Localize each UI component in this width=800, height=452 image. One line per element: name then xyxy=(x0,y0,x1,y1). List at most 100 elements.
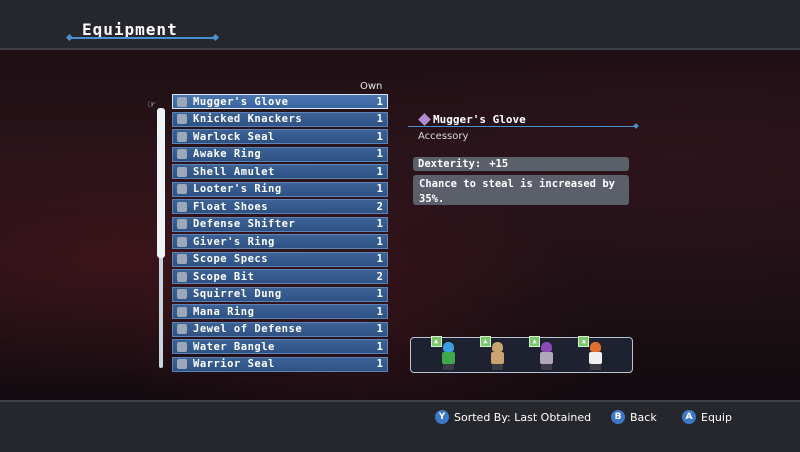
bit-icon xyxy=(177,271,187,282)
footer-bar xyxy=(0,400,800,452)
knackers-icon xyxy=(177,114,187,124)
list-item[interactable]: Shell Amulet 1 xyxy=(172,164,388,179)
character-legs xyxy=(442,364,454,370)
list-item[interactable]: Mugger's Glove 1 xyxy=(172,94,388,109)
b-button-icon: B xyxy=(611,410,625,424)
stat-up-icon: ▲ xyxy=(529,336,541,347)
scrollbar-thumb[interactable] xyxy=(157,108,165,258)
back-label: Back xyxy=(630,410,657,424)
list-item[interactable]: Giver's Ring 1 xyxy=(172,234,388,249)
item-count: 1 xyxy=(376,323,383,335)
character-head xyxy=(442,342,454,352)
character-legs xyxy=(541,364,553,370)
item-name: Knicked Knackers xyxy=(193,113,303,125)
ring-icon xyxy=(177,236,187,247)
stat-up-icon: ▲ xyxy=(479,336,491,347)
item-name: Giver's Ring xyxy=(193,235,275,248)
back-hint[interactable]: B Back xyxy=(611,410,657,424)
bangle-icon xyxy=(177,341,187,352)
list-item[interactable]: Mana Ring 1 xyxy=(172,304,388,319)
list-item[interactable]: Warrior Seal 1 xyxy=(172,356,388,372)
party-member[interactable]: ▲ xyxy=(578,336,606,372)
equipment-list: Mugger's Glove 1 Knicked Knackers 1 Warlock … xyxy=(172,94,388,374)
list-item[interactable]: Defense Shifter 1 xyxy=(172,216,388,232)
ring-icon xyxy=(177,149,187,159)
list-item[interactable]: Squirrel Dung 1 xyxy=(172,286,388,302)
equip-hint[interactable]: A Equip xyxy=(682,410,732,424)
item-name: Defense Shifter xyxy=(193,218,296,230)
amulet-icon xyxy=(177,166,187,177)
character-head xyxy=(590,342,602,352)
list-item[interactable]: Scope Specs 1 xyxy=(172,251,388,267)
jewel-icon xyxy=(177,324,187,334)
stat-box: Dexterity: +15 xyxy=(413,157,629,171)
item-name: Warrior Seal xyxy=(193,358,275,370)
detail-item-name: Mugger's Glove xyxy=(433,113,526,126)
list-item[interactable]: Scope Bit 2 xyxy=(172,269,388,284)
item-name: Awake Ring xyxy=(193,148,262,160)
list-item[interactable]: Water Bangle 1 xyxy=(172,339,388,354)
hand-cursor-icon: ☞ xyxy=(148,97,156,111)
list-item[interactable]: Awake Ring 1 xyxy=(172,146,388,162)
character-body xyxy=(441,352,455,364)
item-name: Squirrel Dung xyxy=(193,288,282,300)
specs-icon xyxy=(177,254,187,264)
party-member[interactable]: ▲ xyxy=(479,336,508,372)
item-description: Chance to steal is increased by 35%. xyxy=(413,175,629,205)
item-name: Shell Amulet xyxy=(193,165,275,178)
item-name: Scope Specs xyxy=(193,253,269,265)
item-name: Water Bangle xyxy=(193,340,275,353)
stat-up-icon: ▲ xyxy=(578,336,590,347)
character-legs xyxy=(491,364,503,370)
party-member[interactable]: ▲ xyxy=(529,336,557,372)
character-body xyxy=(540,352,554,364)
ring-icon xyxy=(177,306,187,317)
seal-icon xyxy=(177,131,187,142)
stat-label: Dexterity: xyxy=(418,158,482,170)
item-count: 1 xyxy=(376,95,383,108)
stat-value: +15 xyxy=(489,158,509,170)
item-count: 1 xyxy=(376,305,383,318)
list-item[interactable]: Warlock Seal 1 xyxy=(172,129,388,144)
seal-icon xyxy=(177,359,187,369)
item-count: 1 xyxy=(376,235,383,248)
list-item[interactable]: Float Shoes 2 xyxy=(172,199,388,214)
item-count: 1 xyxy=(376,148,383,160)
glove-icon xyxy=(177,96,187,107)
title-underline xyxy=(70,37,215,39)
glove-icon xyxy=(418,113,431,126)
ring-icon xyxy=(177,184,187,194)
item-name: Scope Bit xyxy=(193,270,255,283)
character-body xyxy=(589,352,603,364)
character-head xyxy=(541,342,553,352)
dung-icon xyxy=(177,289,187,299)
item-count: 1 xyxy=(376,253,383,265)
shoes-icon xyxy=(177,201,187,212)
background-dim xyxy=(0,50,800,400)
item-name: Looter's Ring xyxy=(193,183,282,195)
sort-label: Sorted By: Last Obtained xyxy=(454,410,592,424)
item-name: Warlock Seal xyxy=(193,130,275,143)
item-count: 2 xyxy=(376,270,383,283)
shifter-icon xyxy=(177,219,187,229)
item-count: 1 xyxy=(376,218,383,230)
list-item[interactable]: Knicked Knackers 1 xyxy=(172,111,388,127)
party-member[interactable]: ▲ xyxy=(430,336,459,372)
own-column-header: Own xyxy=(360,81,383,92)
item-name: Mana Ring xyxy=(193,305,255,318)
detail-item-type: Accessory xyxy=(418,131,469,142)
list-item[interactable]: Looter's Ring 1 xyxy=(172,181,388,197)
stat-up-icon: ▲ xyxy=(430,336,442,347)
item-count: 1 xyxy=(376,340,383,353)
item-count: 1 xyxy=(376,130,383,143)
item-count: 1 xyxy=(376,288,383,300)
character-legs xyxy=(590,364,602,370)
list-item[interactable]: Jewel of Defense 1 xyxy=(172,321,388,337)
item-name: Float Shoes xyxy=(193,200,269,213)
character-head xyxy=(491,342,503,352)
item-name: Jewel of Defense xyxy=(193,323,303,335)
sort-hint[interactable]: Y Sorted By: Last Obtained xyxy=(435,410,591,424)
party-panel: ▲ ▲ ▲ ▲ xyxy=(410,336,633,373)
item-count: 1 xyxy=(376,183,383,195)
item-count: 2 xyxy=(376,200,383,213)
